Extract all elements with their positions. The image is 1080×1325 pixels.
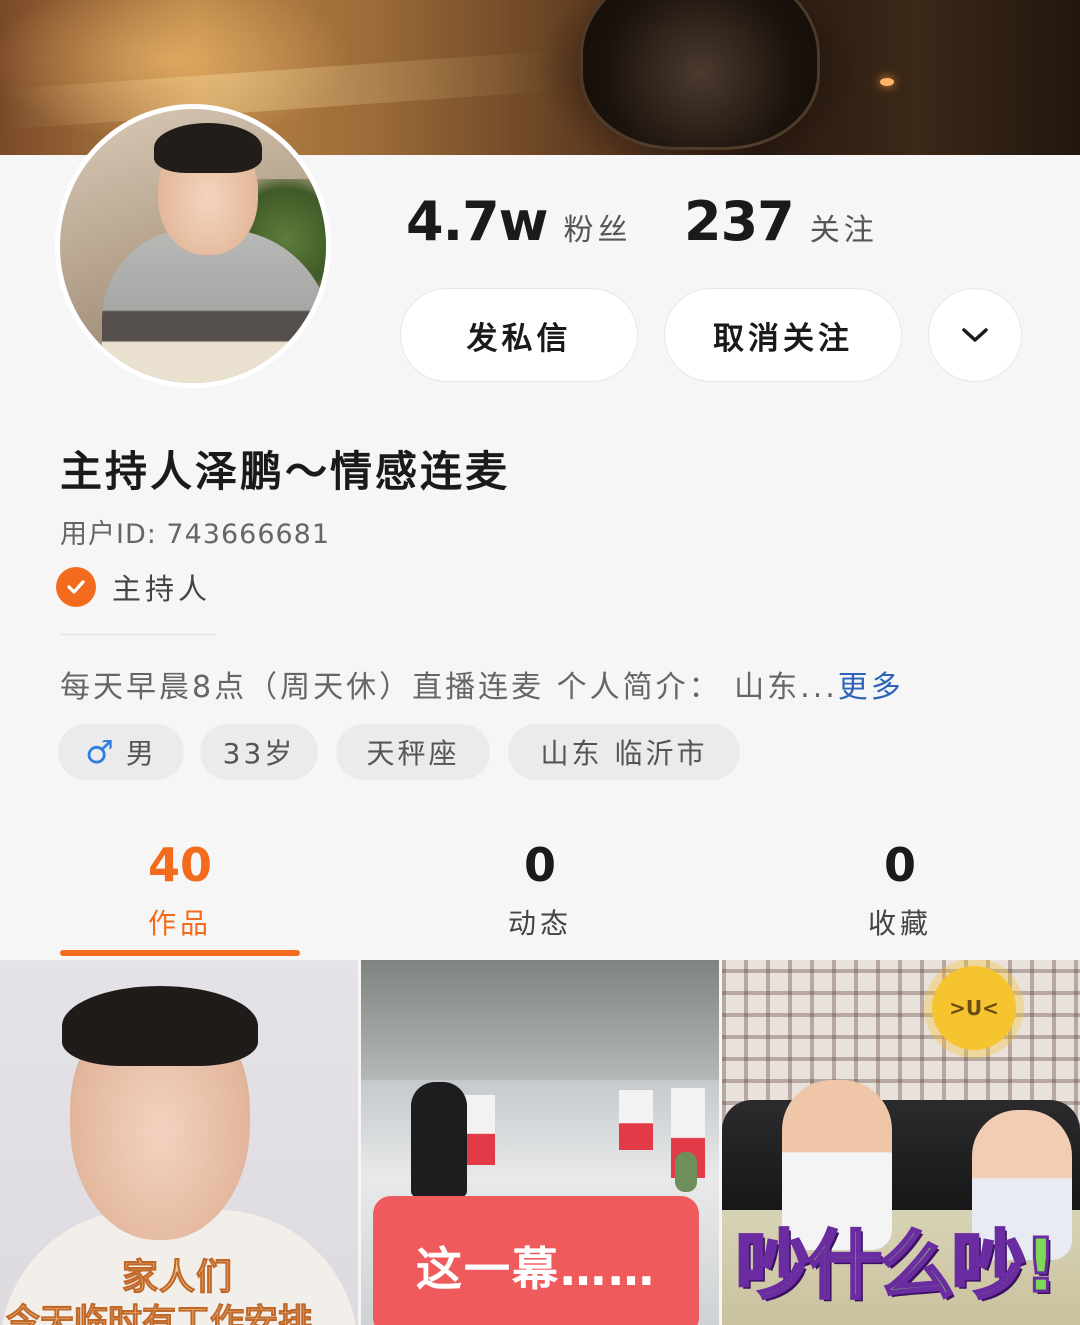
- following-label: 关注: [809, 213, 878, 248]
- age-tag: 33岁: [200, 724, 318, 780]
- work-thumbnail[interactable]: >U< 吵什么吵!: [722, 960, 1080, 1325]
- zodiac-tag: 天秤座: [336, 724, 490, 780]
- bio-ellipsis: ...: [800, 670, 838, 705]
- thumb-garage-ceiling: [361, 960, 719, 1080]
- verified-role: 主持人: [56, 566, 211, 608]
- tab-moments-label: 动态: [507, 907, 572, 940]
- location-tag: 山东 临沂市: [508, 724, 740, 780]
- thumb-child: [675, 1152, 697, 1192]
- verified-label: 主持人: [112, 572, 212, 606]
- more-options-button[interactable]: [928, 288, 1022, 382]
- fans-label: 粉丝: [563, 213, 632, 248]
- thumb-person-hair: [62, 986, 258, 1066]
- tab-favorites-label: 收藏: [867, 907, 932, 940]
- cover-wheel: [580, 0, 820, 150]
- tab-moments[interactable]: 0 动态: [360, 838, 720, 942]
- fans-count: 4.7w: [406, 190, 549, 253]
- chevron-down-icon: [962, 328, 988, 342]
- thumb-caption: 家人们: [121, 1257, 234, 1299]
- tab-favorites[interactable]: 0 收藏: [720, 838, 1080, 942]
- tab-moments-count: 0: [523, 838, 556, 892]
- avatar[interactable]: [55, 104, 331, 388]
- tab-works[interactable]: 40 作品: [0, 838, 360, 942]
- following-stat[interactable]: 237 关注: [684, 190, 878, 253]
- works-grid: 家人们 今天临时有工作安排 这一幕…… >U< 吵什么吵!: [0, 960, 1080, 1325]
- thumb-pillar: [619, 1090, 653, 1150]
- thumb-person: [411, 1082, 467, 1197]
- cover-light: [880, 78, 894, 86]
- fans-stat[interactable]: 4.7w 粉丝: [406, 190, 632, 253]
- thumb-caption: 这一幕……: [416, 1242, 656, 1296]
- bio-more-link[interactable]: 更多: [838, 670, 904, 705]
- profile-name: 主持人泽鹏～情感连麦: [60, 447, 511, 496]
- male-icon: ♂: [85, 733, 114, 771]
- avatar-hair: [154, 123, 262, 173]
- unfollow-button[interactable]: 取消关注: [664, 288, 902, 382]
- following-count: 237: [684, 190, 795, 253]
- bio-text: 每天早晨8点（周天休）直播连麦 个人简介： 山东: [60, 670, 801, 705]
- cover-light-streak: [0, 50, 561, 130]
- thumb-caption: 吵什么吵!: [735, 1222, 1060, 1311]
- profile-bio[interactable]: 每天早晨8点（周天休）直播连麦 个人简介： 山东...更多: [60, 662, 1040, 706]
- sun-sticker-icon: >U<: [932, 966, 1016, 1050]
- tab-works-label: 作品: [147, 907, 212, 940]
- send-message-button[interactable]: 发私信: [400, 288, 638, 382]
- work-thumbnail[interactable]: 这一幕……: [361, 960, 719, 1325]
- work-thumbnail[interactable]: 家人们 今天临时有工作安排: [0, 960, 358, 1325]
- thumb-caption: 今天临时有工作安排: [6, 1302, 313, 1325]
- tab-favorites-count: 0: [883, 838, 916, 892]
- tab-works-count: 40: [147, 838, 212, 892]
- thumb-caption-banner: 这一幕……: [373, 1196, 699, 1325]
- active-tab-indicator: [60, 950, 300, 956]
- gender-tag: ♂ 男: [58, 724, 184, 780]
- verified-check-icon: [56, 567, 96, 607]
- user-id[interactable]: 用户ID: 743666681: [60, 512, 330, 551]
- gender-label: 男: [125, 737, 157, 770]
- divider: [60, 634, 216, 635]
